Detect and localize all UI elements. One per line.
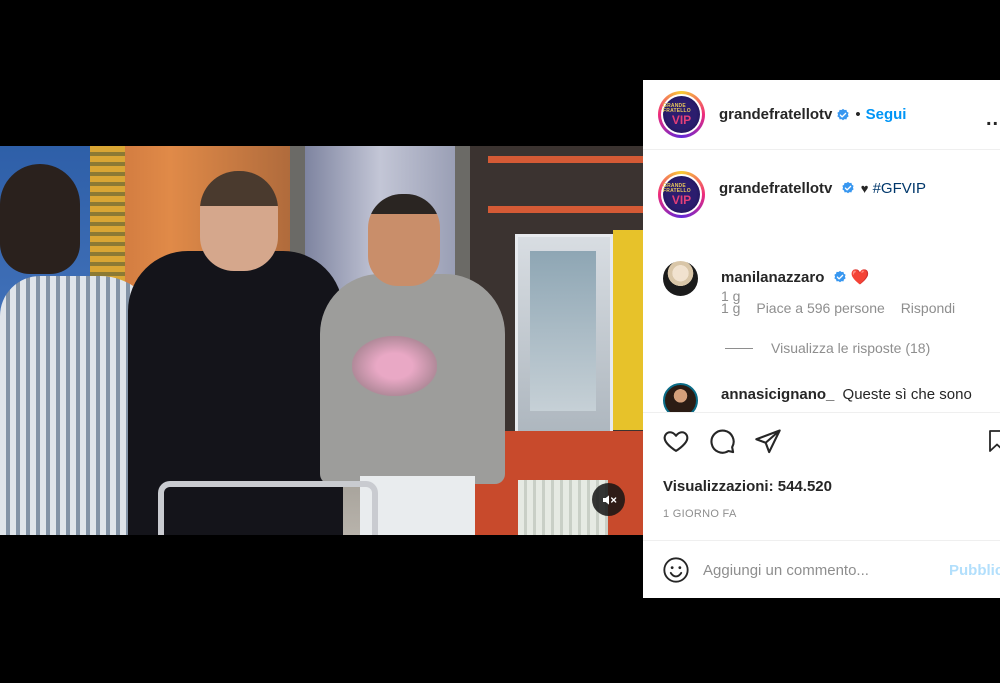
caption-username[interactable]: grandefratellotv [719,180,832,197]
comment-meta: 1 g Piace a 596 persone Rispondi [721,300,967,316]
person-head [200,171,278,271]
add-comment-bar: Pubblica [643,540,1000,598]
comment-item: annasicignano_ Queste sì che sono [663,383,972,412]
publish-button[interactable]: Pubblica [949,562,1000,579]
caption-text: grandefratellotv ♥ #GFVIP [719,180,926,197]
caption: GRANDE FRATELLO VIP grandefratellotv ♥ #… [658,171,926,218]
logo-text: VIP [671,112,692,127]
avatar[interactable]: GRANDE FRATELLO VIP [658,171,705,218]
mute-button[interactable] [592,483,625,516]
comment-likes[interactable]: Piace a 596 persone [756,300,884,316]
verified-icon [841,181,854,194]
replies-divider [725,347,753,349]
view-replies-label: Visualizza le risposte (18) [771,340,931,356]
comment-body: Queste sì che sono [842,386,972,403]
tshirt-print [352,336,437,396]
more-icon[interactable]: ... [986,108,1000,131]
comment-input[interactable] [703,557,933,583]
comment-icon[interactable] [708,427,736,455]
emoji-icon[interactable] [662,556,690,584]
post-actions: Visualizzazioni: 544.520 1 GIORNO FA [643,412,1000,540]
bookmark-icon[interactable] [985,427,1000,455]
caption-heart: ♥ [860,181,869,196]
post-date[interactable]: 1 GIORNO FA [663,508,737,520]
verified-icon [837,108,849,120]
separator-dot: • [855,106,861,123]
post-username[interactable]: grandefratellotv [719,106,832,123]
video-shelf [488,206,643,213]
post-video[interactable] [0,146,643,535]
mute-icon [602,494,616,505]
post-side-panel: GRANDE FRATELLO VIP grandefratellotv • S… [643,80,1000,598]
person-head [0,164,80,274]
comment-username[interactable]: manilanazzaro [721,269,824,286]
logo-text: GRANDE FRATELLO [663,102,691,114]
gfvip-logo: GRANDE FRATELLO VIP [663,96,700,133]
follow-button[interactable]: Segui [866,106,907,123]
post-header: GRANDE FRATELLO VIP grandefratellotv • S… [643,80,1000,150]
video-shelf [488,156,643,163]
avatar[interactable] [663,383,698,412]
comment-text: manilanazzaro ❤️ [721,268,869,286]
video-sign [613,230,643,430]
comment-emoji: ❤️ [850,269,870,286]
logo-text: GRANDE FRATELLO [663,182,691,194]
share-icon[interactable] [754,427,782,455]
avatar[interactable]: GRANDE FRATELLO VIP [658,91,705,138]
verified-icon [833,270,846,283]
comment-text: annasicignano_ Queste sì che sono [721,386,972,403]
person-head [368,194,440,286]
reply-button[interactable]: Rispondi [901,300,955,316]
comment-time[interactable]: 1 g [721,300,740,316]
comment-item: manilanazzaro ❤️ [663,261,869,296]
caption-hashtag[interactable]: #GFVIP [873,180,926,197]
view-count[interactable]: Visualizzazioni: 544.520 [663,478,832,495]
video-fridge [515,234,613,434]
comments-section[interactable]: GRANDE FRATELLO VIP grandefratellotv ♥ #… [643,151,1000,412]
view-replies-button[interactable]: Visualizza le risposte (18) [725,340,930,356]
walker-frame [158,481,378,535]
logo-text: VIP [671,192,692,207]
comment-username[interactable]: annasicignano_ [721,386,834,403]
gfvip-logo: GRANDE FRATELLO VIP [663,176,700,213]
avatar[interactable] [663,261,698,296]
heart-icon[interactable] [662,427,690,455]
